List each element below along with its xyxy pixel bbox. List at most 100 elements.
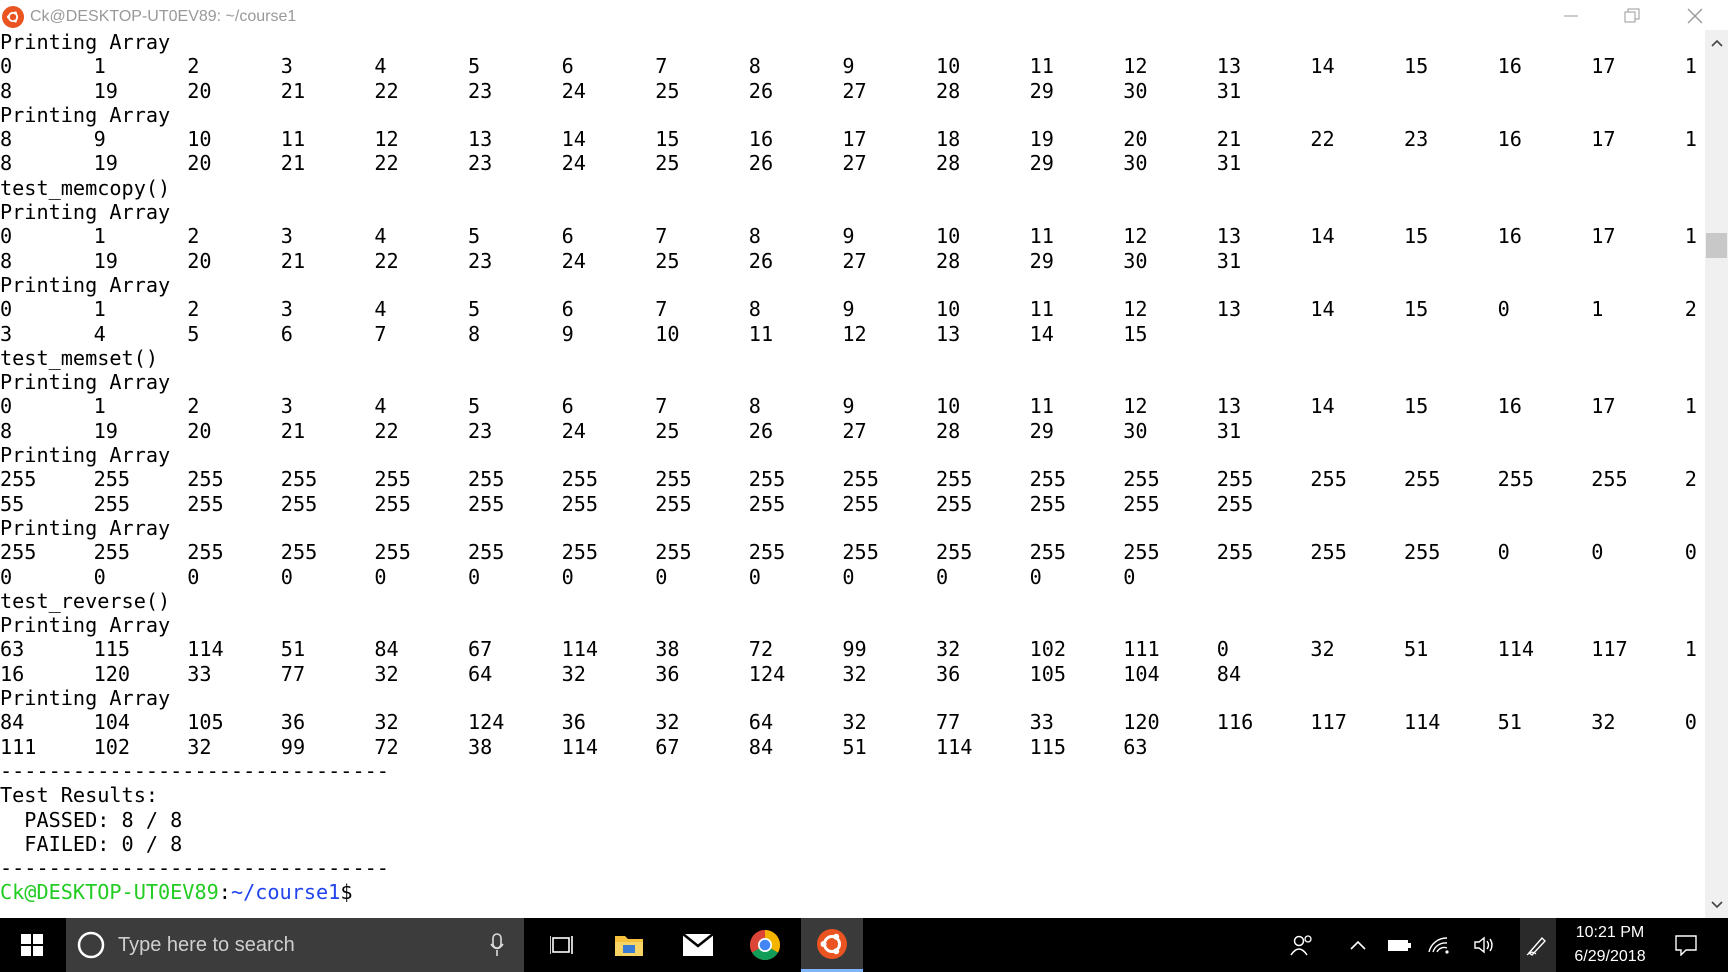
terminal-line: Printing Array bbox=[0, 686, 1705, 710]
file-explorer-icon[interactable] bbox=[598, 918, 660, 972]
volume-icon[interactable] bbox=[1470, 918, 1500, 972]
array-value: 4 bbox=[374, 297, 387, 322]
chrome-icon[interactable] bbox=[734, 918, 796, 972]
people-icon[interactable] bbox=[1288, 918, 1316, 972]
array-value: 17 bbox=[1591, 224, 1616, 249]
mail-icon[interactable] bbox=[667, 918, 729, 972]
array-value: 22 bbox=[374, 78, 399, 103]
array-value: 16 bbox=[1497, 224, 1522, 249]
array-value: 114 bbox=[561, 734, 599, 759]
terminal-text: test_memcopy() bbox=[0, 175, 171, 200]
terminal-line: test_memcopy() bbox=[0, 176, 1705, 200]
system-clock[interactable]: 10:21 PM 6/29/2018 bbox=[1565, 918, 1655, 972]
chevron-up-icon[interactable] bbox=[1343, 918, 1373, 972]
array-value: 23 bbox=[468, 78, 493, 103]
array-value: 2 bbox=[187, 297, 200, 322]
terminal-line: 8 19 20 21 22 23 24 25 26 27 28 29 30 31 bbox=[0, 249, 1705, 273]
array-value: 15 bbox=[1404, 224, 1429, 249]
array-value: 255 bbox=[93, 467, 131, 492]
array-value: 27 bbox=[842, 418, 867, 443]
array-value: 255 bbox=[936, 540, 973, 565]
array-value: 21 bbox=[280, 78, 306, 103]
terminal-line: 8 9 10 11 12 13 14 15 16 17 18 19 20 21 22 23 16 17 1 bbox=[0, 127, 1705, 151]
shell-prompt[interactable]: Ck@DESKTOP-UT0EV89:~/course1$ bbox=[0, 880, 1705, 904]
array-value: 255 bbox=[1310, 540, 1347, 565]
terminal-output[interactable]: Printing Array 0 1 2 3 4 5 6 7 8 9 10 11 12 13 14 15 16 17… bbox=[0, 30, 1705, 918]
scroll-down-arrow-icon[interactable] bbox=[1705, 892, 1728, 918]
array-value: 255 bbox=[374, 540, 411, 565]
array-value: 0 bbox=[1216, 637, 1229, 662]
array-value: 7 bbox=[655, 394, 668, 419]
array-value: 0 bbox=[0, 394, 13, 419]
taskbar-search-box[interactable]: Type here to search bbox=[66, 918, 524, 972]
wifi-icon[interactable] bbox=[1424, 918, 1454, 972]
array-value: 1 bbox=[1684, 54, 1697, 79]
array-value: 23 bbox=[468, 151, 493, 176]
array-value: 10 bbox=[655, 321, 680, 346]
array-value: 0 bbox=[561, 564, 574, 589]
array-value: 5 bbox=[187, 321, 200, 346]
array-value: 255 bbox=[93, 540, 131, 565]
array-value: 9 bbox=[842, 297, 855, 322]
minimize-button[interactable] bbox=[1540, 0, 1602, 32]
array-value: 117 bbox=[1310, 710, 1347, 735]
terminal-line: -------------------------------- bbox=[0, 759, 1705, 783]
array-value: 26 bbox=[748, 248, 774, 273]
array-value: 0 bbox=[280, 564, 293, 589]
array-value: 255 bbox=[655, 491, 692, 516]
array-value: 124 bbox=[748, 661, 786, 686]
array-value: 255 bbox=[1123, 540, 1160, 565]
array-value: 29 bbox=[1029, 151, 1054, 176]
start-button[interactable] bbox=[0, 918, 64, 972]
array-value: 28 bbox=[936, 78, 961, 103]
scroll-thumb[interactable] bbox=[1706, 233, 1727, 258]
array-value: 255 bbox=[1591, 467, 1628, 492]
array-value: 31 bbox=[1216, 78, 1242, 103]
terminal-line: 55 255 255 255 255 255 255 255 255 255 255 255 255 25… bbox=[0, 492, 1705, 516]
array-value: 255 bbox=[93, 491, 131, 516]
array-value: 5 bbox=[468, 297, 481, 322]
array-value: 255 bbox=[561, 540, 599, 565]
array-value: 27 bbox=[842, 151, 867, 176]
array-value: 22 bbox=[374, 418, 399, 443]
array-value: 0 bbox=[374, 564, 387, 589]
array-value: 7 bbox=[655, 54, 668, 79]
terminal-text: Printing Array bbox=[0, 102, 171, 127]
battery-icon[interactable] bbox=[1385, 918, 1415, 972]
array-value: 111 bbox=[1123, 637, 1160, 662]
ubuntu-taskbar-icon[interactable] bbox=[801, 918, 863, 972]
array-value: 36 bbox=[561, 710, 586, 735]
array-value: 255 bbox=[1123, 467, 1160, 492]
task-view-icon[interactable] bbox=[531, 918, 593, 972]
array-value: 9 bbox=[842, 54, 855, 79]
array-value: 14 bbox=[1310, 297, 1335, 322]
array-value: 1 bbox=[93, 394, 106, 419]
array-value: 28 bbox=[936, 248, 961, 273]
terminal-text: Printing Array bbox=[0, 370, 171, 395]
microphone-icon[interactable] bbox=[490, 933, 504, 957]
terminal-text: Printing Array bbox=[0, 515, 171, 540]
notifications-icon[interactable] bbox=[1666, 918, 1706, 972]
array-value: 1 bbox=[93, 297, 106, 322]
array-value: 0 bbox=[1684, 710, 1697, 735]
scroll-up-arrow-icon[interactable] bbox=[1705, 30, 1728, 56]
terminal-text: Printing Array bbox=[0, 613, 171, 638]
array-value: 18 bbox=[936, 127, 961, 152]
terminal-text: Printing Array bbox=[0, 272, 171, 297]
array-value: 2 bbox=[187, 224, 200, 249]
array-value: 3 bbox=[280, 54, 293, 79]
prompt-path: ~/course1 bbox=[230, 880, 341, 905]
array-value: 255 bbox=[655, 540, 692, 565]
array-value: 4 bbox=[93, 321, 106, 346]
array-value: 19 bbox=[93, 418, 118, 443]
vertical-scrollbar[interactable] bbox=[1705, 30, 1728, 918]
restore-button[interactable] bbox=[1601, 0, 1663, 32]
array-value: 38 bbox=[468, 734, 493, 759]
array-value: 72 bbox=[748, 637, 774, 662]
pen-workspace-icon[interactable] bbox=[1520, 918, 1556, 972]
array-value: 67 bbox=[468, 637, 493, 662]
terminal-text: Printing Array bbox=[0, 200, 171, 225]
array-value: 10 bbox=[187, 127, 212, 152]
array-value: 255 bbox=[1216, 491, 1254, 516]
close-button[interactable] bbox=[1664, 0, 1726, 32]
